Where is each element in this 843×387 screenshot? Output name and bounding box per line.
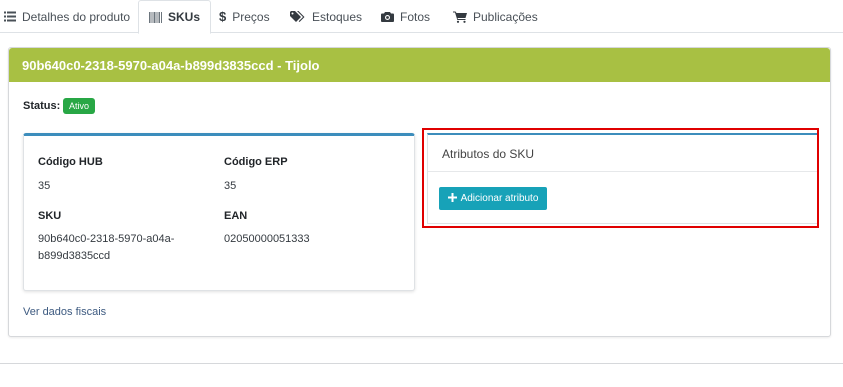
barcode-icon [149, 11, 162, 23]
tab-detalhes-do-produto[interactable]: Detalhes do produto [4, 0, 130, 33]
tab-precos[interactable]: $ Preços [219, 0, 270, 33]
cart-icon [453, 11, 467, 23]
tab-label: Detalhes do produto [22, 9, 131, 24]
tab-publicacoes[interactable]: Publicações [453, 0, 538, 33]
sku-info-box: Código HUB 35 Código ERP 35 SKU 90b640c0… [23, 133, 415, 291]
sku-value-line2: b899d3835ccd [38, 250, 111, 262]
tab-label: SKUs [168, 10, 201, 24]
tags-icon [290, 10, 306, 23]
tab-skus[interactable]: SKUs [138, 0, 212, 34]
sku-label: SKU [38, 210, 62, 222]
attributes-highlight-frame [422, 128, 819, 228]
ean-label: EAN [224, 210, 248, 222]
product-tabs: Detalhes do produto SKUs $ Preços Estoqu… [0, 0, 843, 34]
tab-label: Fotos [400, 9, 431, 24]
status-badge: Ativo [63, 98, 96, 114]
list-icon [4, 11, 16, 22]
tab-label: Estoques [312, 9, 363, 24]
erp-code-value: 35 [224, 180, 237, 192]
tab-fotos[interactable]: Fotos [381, 0, 430, 33]
ean-value: 02050000051333 [224, 233, 310, 245]
erp-code-label: Código ERP [224, 156, 288, 168]
sku-card-header: 90b640c0-2318-5970-a04a-b899d3835ccd - T… [9, 48, 830, 82]
status-label: Status: [23, 100, 61, 112]
tab-estoques[interactable]: Estoques [290, 0, 362, 33]
tab-label: Preços [232, 9, 270, 24]
bottom-divider [0, 363, 843, 364]
camera-icon [381, 11, 394, 22]
hub-code-value: 35 [38, 180, 51, 192]
fiscal-data-link[interactable]: Ver dados fiscais [23, 306, 106, 318]
sku-card-title: 90b640c0-2318-5970-a04a-b899d3835ccd - T… [22, 57, 320, 73]
tab-label: Publicações [473, 9, 538, 24]
dollar-icon: $ [219, 9, 227, 24]
sku-value-line1: 90b640c0-2318-5970-a04a- [38, 233, 175, 245]
hub-code-label: Código HUB [38, 156, 103, 168]
